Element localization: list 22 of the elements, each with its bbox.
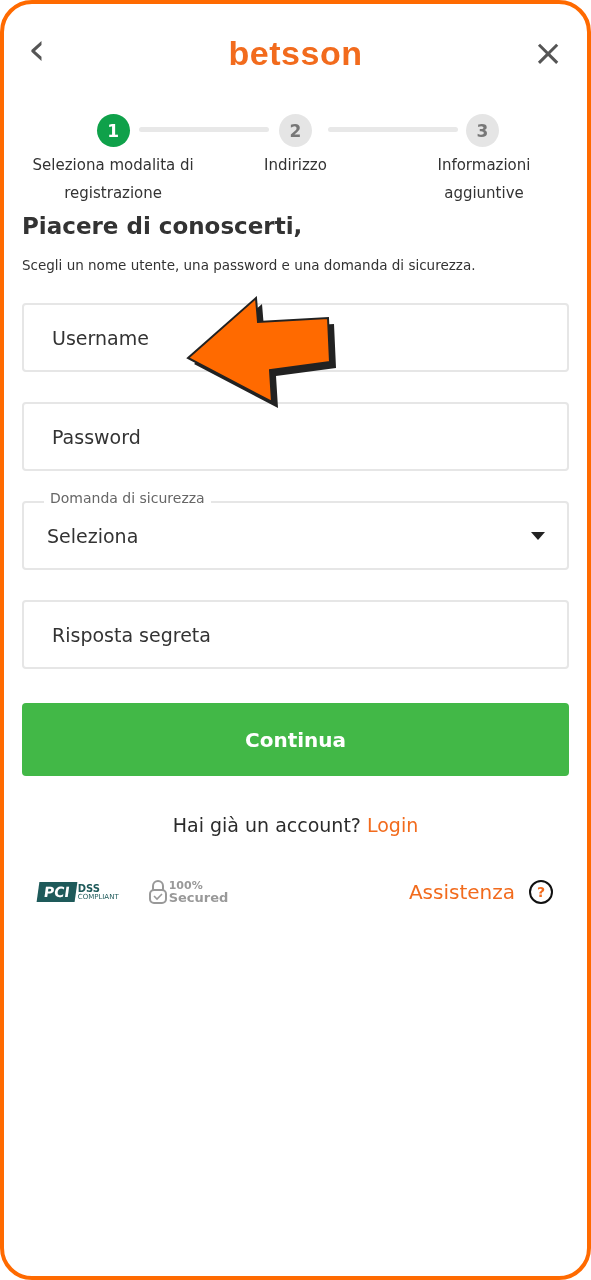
secured-label: Secured <box>168 891 229 904</box>
back-button[interactable]: ‹ <box>28 27 58 71</box>
pci-badge: PCI <box>36 882 78 902</box>
dss-label: DSS <box>77 883 100 894</box>
close-button[interactable]: × <box>533 35 563 71</box>
login-prompt: Hai già un account? <box>172 814 361 836</box>
step-number: 1 <box>96 114 130 147</box>
input-field[interactable]: Password <box>22 402 569 471</box>
lock-icon <box>148 880 167 904</box>
secured-percent: 100% <box>168 880 204 891</box>
logo: betsson <box>228 33 363 73</box>
caret-icon <box>531 531 545 540</box>
step-label: Seleziona modalita di registrazione <box>31 155 195 204</box>
step-label: Indirizzo <box>263 155 328 176</box>
select-value: Seleziona <box>47 524 139 547</box>
step-number: 2 <box>279 114 312 147</box>
step-label: Informazioni aggiuntive <box>436 155 532 204</box>
input-field[interactable]: Risposta segreta <box>22 600 569 669</box>
heading: Piacere di conoscerti, <box>22 213 304 239</box>
subtitle: Scegli un nome utente, una password e una domanda di sicurezza. <box>22 257 477 273</box>
step-number: 3 <box>466 114 499 147</box>
field-label: Domanda di sicurezza <box>44 490 211 506</box>
